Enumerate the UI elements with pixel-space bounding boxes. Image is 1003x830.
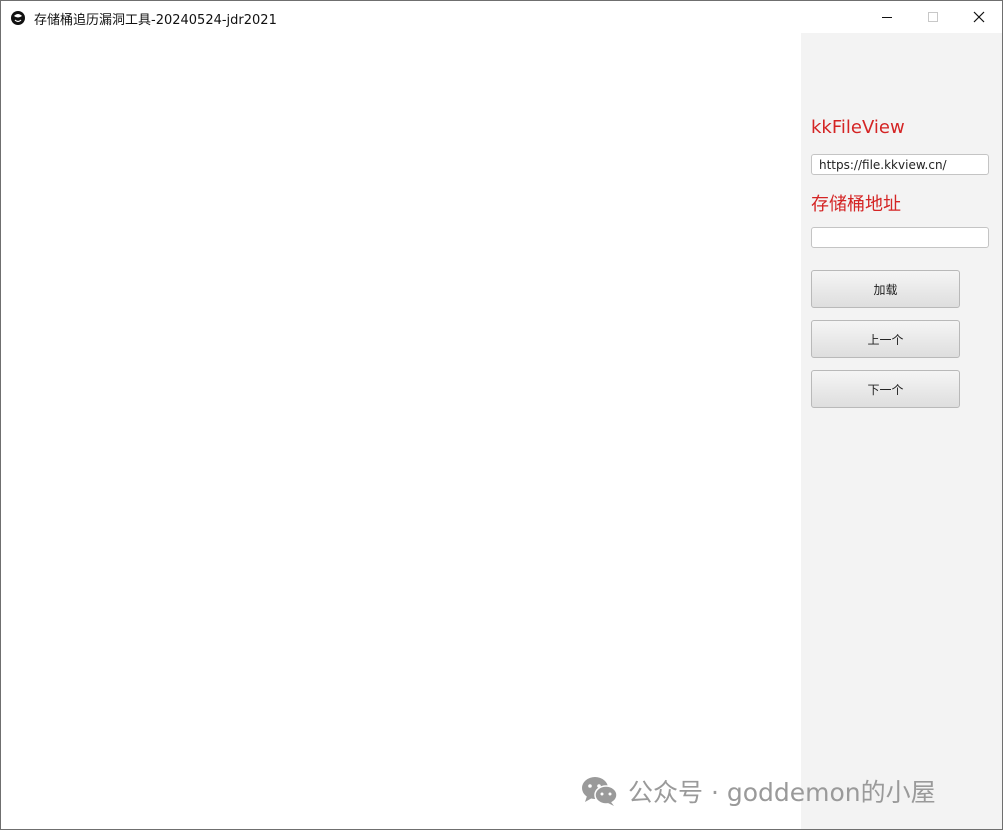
- app-logo-icon: [11, 11, 25, 25]
- minimize-button[interactable]: [864, 1, 910, 33]
- maximize-icon: [928, 12, 938, 22]
- minimize-icon: [882, 17, 892, 18]
- previous-button-label: 上一个: [867, 332, 904, 347]
- wechat-icon: [582, 777, 618, 806]
- close-icon: [973, 11, 985, 23]
- kkfileview-url-input[interactable]: https://file.kkview.cn/: [811, 154, 989, 175]
- bucket-address-input[interactable]: [811, 227, 989, 248]
- previous-button[interactable]: 上一个: [811, 320, 960, 358]
- maximize-button[interactable]: [910, 1, 956, 33]
- control-panel: kkFileView https://file.kkview.cn/ 存储桶地址…: [801, 33, 1002, 829]
- next-button[interactable]: 下一个: [811, 370, 960, 408]
- app-window: 存储桶追历漏洞工具-20240524-jdr2021 kkFileView ht…: [0, 0, 1003, 830]
- load-button-label: 加载: [873, 282, 898, 297]
- viewer-area[interactable]: [1, 33, 801, 829]
- watermark-text: 公众号 · goddemon的小屋: [628, 778, 936, 807]
- window-title: 存储桶追历漏洞工具-20240524-jdr2021: [34, 13, 277, 28]
- title-bar[interactable]: 存储桶追历漏洞工具-20240524-jdr2021: [1, 1, 1002, 33]
- watermark: 公众号 · goddemon的小屋: [580, 773, 936, 809]
- bucket-address-label: 存储桶地址: [811, 194, 901, 215]
- next-button-label: 下一个: [867, 382, 904, 397]
- load-button[interactable]: 加载: [811, 270, 960, 308]
- kkfileview-label: kkFileView: [811, 117, 905, 138]
- close-button[interactable]: [956, 1, 1002, 33]
